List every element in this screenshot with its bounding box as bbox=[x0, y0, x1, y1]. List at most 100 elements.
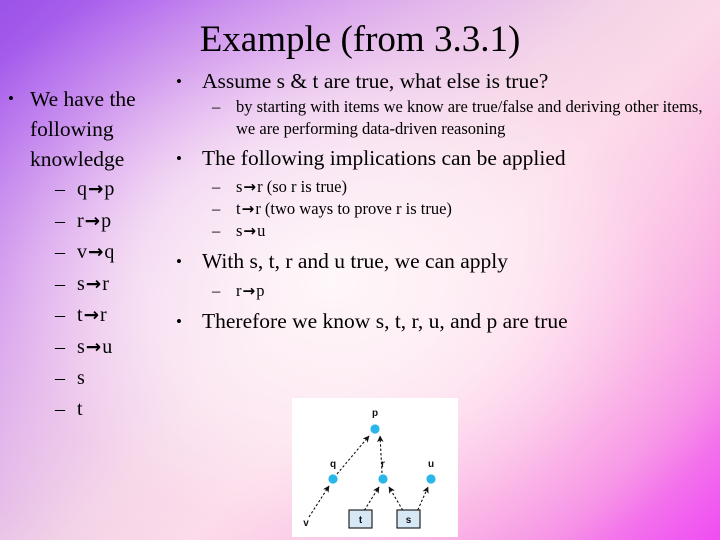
list-item: – s→r (so r is true) bbox=[176, 176, 716, 198]
dash-glyph: – bbox=[55, 397, 65, 420]
implication-consequent: p bbox=[256, 281, 265, 300]
dash-glyph: – bbox=[212, 177, 221, 196]
arrow-icon: → bbox=[88, 179, 104, 200]
implication-antecedent: q bbox=[77, 178, 87, 200]
implication-consequent: p bbox=[104, 178, 115, 200]
dash-glyph: – bbox=[212, 199, 221, 218]
list-item: – t→r bbox=[8, 300, 174, 332]
right-bullet-with-true-label: With s, t, r and u true, we can apply bbox=[202, 249, 509, 273]
list-item: – s→r bbox=[8, 269, 174, 301]
list-item: – v→q bbox=[8, 237, 174, 269]
list-item: – t bbox=[8, 394, 174, 425]
dash-glyph: – bbox=[55, 272, 65, 295]
edge-q-to-p bbox=[336, 435, 370, 475]
implication-antecedent: t bbox=[77, 304, 83, 326]
right-bullet-implications: • The following implications can be appl… bbox=[176, 144, 716, 173]
applied-implication: s→r (so r is true) bbox=[236, 176, 716, 198]
implication-antecedent: v bbox=[77, 241, 87, 263]
arrow-icon: → bbox=[85, 336, 102, 358]
implication-antecedent: t bbox=[236, 199, 241, 218]
implication-consequent: q bbox=[104, 241, 115, 263]
right-bullet-with-true: • With s, t, r and u true, we can apply bbox=[176, 247, 716, 276]
right-bullet-implications-label: The following implications can be applie… bbox=[202, 146, 566, 170]
list-item: – s→u bbox=[8, 332, 174, 364]
right-bullet-conclusion-label: Therefore we know s, t, r, u, and p are … bbox=[202, 309, 568, 333]
dash-glyph: – bbox=[55, 209, 65, 232]
right-bullet-assume: • Assume s & t are true, what else is tr… bbox=[176, 67, 716, 96]
graph-label-r: r bbox=[381, 459, 385, 470]
implication-antecedent: s bbox=[77, 367, 85, 389]
list-item: – q→p bbox=[8, 174, 174, 206]
implication-consequent: r bbox=[102, 272, 109, 295]
applied-implication: r→p bbox=[236, 280, 716, 302]
knowledge-item: q→p bbox=[77, 174, 174, 206]
list-item: – s→u bbox=[176, 220, 716, 242]
knowledge-item: r→p bbox=[77, 206, 174, 238]
graph-edges bbox=[308, 435, 429, 518]
implication-antecedent: s bbox=[77, 272, 85, 295]
right-subbullet-reasoning: – by starting with items we know are tru… bbox=[176, 96, 716, 140]
right-bullet-conclusion: • Therefore we know s, t, r, u, and p ar… bbox=[176, 307, 716, 336]
dash-glyph: – bbox=[55, 304, 65, 326]
inference-graph-svg: p q r u v t s bbox=[303, 408, 436, 529]
graph-label-u: u bbox=[428, 459, 434, 470]
graph-label-q: q bbox=[330, 459, 336, 470]
list-item: – t→r (two ways to prove r is true) bbox=[176, 198, 716, 220]
arrow-icon: → bbox=[84, 210, 101, 232]
left-main-bullet: • We have the following knowledge bbox=[8, 84, 174, 174]
arrow-icon: → bbox=[243, 178, 257, 196]
knowledge-item: t→r bbox=[77, 300, 174, 332]
dash-glyph: – bbox=[55, 335, 65, 358]
implication-consequent: r (two ways to prove r is true) bbox=[255, 199, 452, 218]
right-content-column: • Assume s & t are true, what else is tr… bbox=[176, 66, 716, 336]
list-item: – r→p bbox=[8, 206, 174, 238]
bullet-glyph: • bbox=[176, 252, 182, 271]
graph-node-r bbox=[378, 474, 388, 484]
knowledge-item: v→q bbox=[77, 237, 174, 269]
inference-graph-image: p q r u v t s bbox=[292, 398, 458, 537]
implication-consequent: u bbox=[102, 335, 113, 358]
edge-v-to-q bbox=[308, 485, 330, 518]
page-title: Example (from 3.3.1) bbox=[199, 19, 521, 60]
implication-antecedent: s bbox=[77, 335, 85, 358]
implication-consequent: r bbox=[99, 304, 107, 326]
graph-node-p bbox=[370, 424, 380, 434]
graph-label-s: s bbox=[406, 515, 412, 526]
graph-node-u bbox=[426, 474, 436, 484]
knowledge-item: s→u bbox=[77, 332, 174, 364]
implication-consequent: r (so r is true) bbox=[257, 177, 347, 196]
arrow-icon: → bbox=[88, 242, 104, 263]
bullet-glyph: • bbox=[176, 312, 182, 331]
knowledge-item: s→r bbox=[77, 269, 174, 301]
dash-glyph: – bbox=[212, 97, 221, 116]
graph-label-v: v bbox=[303, 518, 309, 529]
dash-glyph: – bbox=[212, 221, 221, 240]
bullet-glyph: • bbox=[176, 72, 182, 91]
dash-glyph: – bbox=[55, 367, 65, 389]
graph-label-p: p bbox=[372, 408, 378, 419]
dash-glyph: – bbox=[55, 178, 65, 200]
right-bullet-assume-label: Assume s & t are true, what else is true… bbox=[202, 69, 549, 93]
list-item: – s bbox=[8, 363, 174, 394]
implication-antecedent: r bbox=[236, 281, 242, 300]
applied-implication: s→u bbox=[236, 220, 716, 242]
applied-implication: t→r (two ways to prove r is true) bbox=[236, 198, 716, 220]
arrow-icon: → bbox=[83, 305, 99, 326]
list-item: – r→p bbox=[176, 280, 716, 302]
left-content-column: • We have the following knowledge – q→p … bbox=[8, 84, 174, 424]
arrow-icon: → bbox=[241, 200, 255, 218]
graph-node-q bbox=[328, 474, 338, 484]
arrow-icon: → bbox=[85, 273, 102, 295]
arrow-icon: → bbox=[243, 222, 257, 240]
knowledge-item: t bbox=[77, 394, 174, 425]
arrow-icon: → bbox=[242, 282, 256, 300]
dash-glyph: – bbox=[55, 241, 65, 263]
implication-antecedent: t bbox=[77, 397, 83, 420]
implication-antecedent: r bbox=[77, 209, 84, 232]
slide-canvas: Example (from 3.3.1) • We have the follo… bbox=[0, 0, 720, 540]
bullet-glyph: • bbox=[176, 149, 182, 168]
bullet-glyph: • bbox=[8, 89, 14, 108]
knowledge-item: s bbox=[77, 363, 174, 394]
implication-consequent: p bbox=[101, 209, 112, 232]
left-main-bullet-label: We have the following knowledge bbox=[30, 87, 136, 171]
